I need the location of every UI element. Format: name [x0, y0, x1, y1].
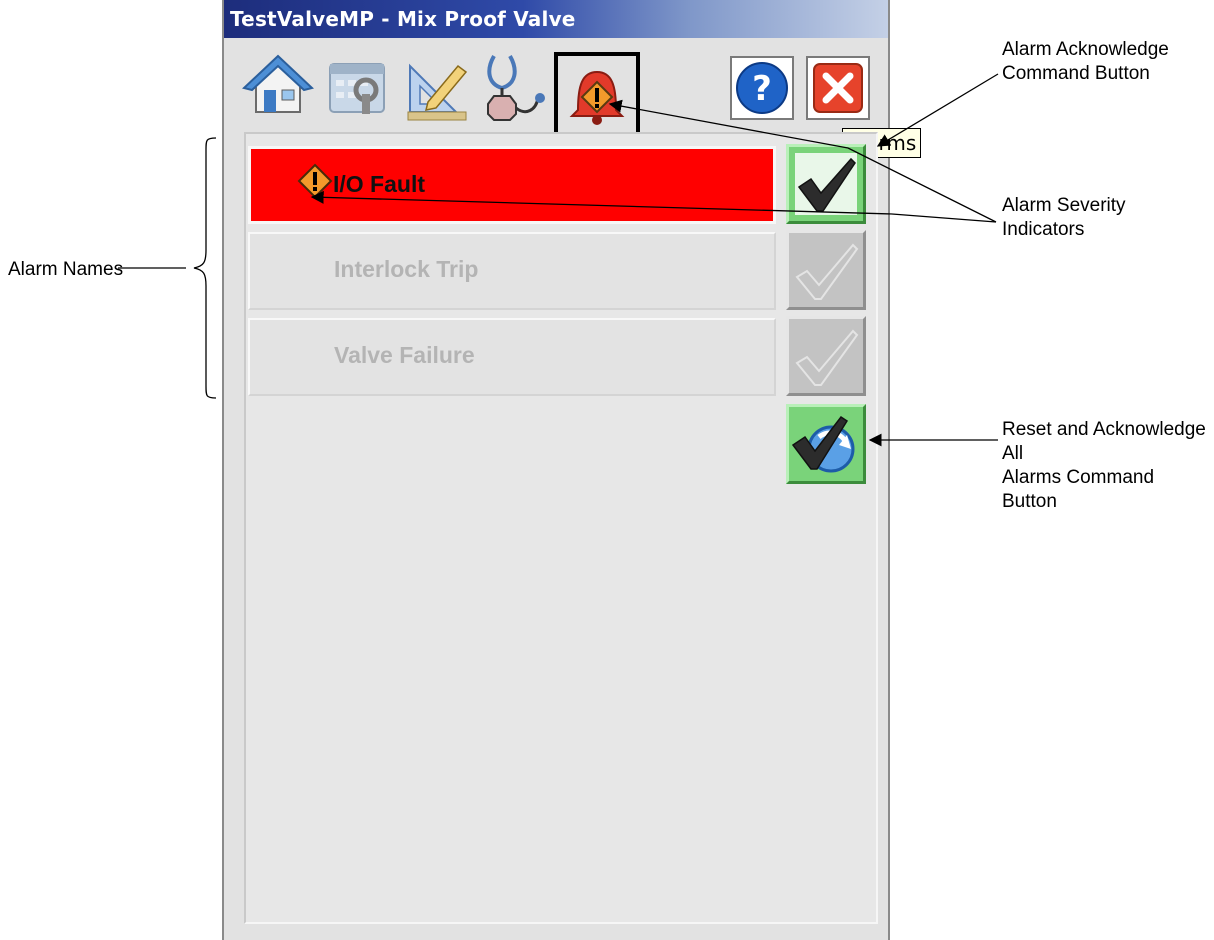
callout-leaders — [118, 73, 999, 447]
